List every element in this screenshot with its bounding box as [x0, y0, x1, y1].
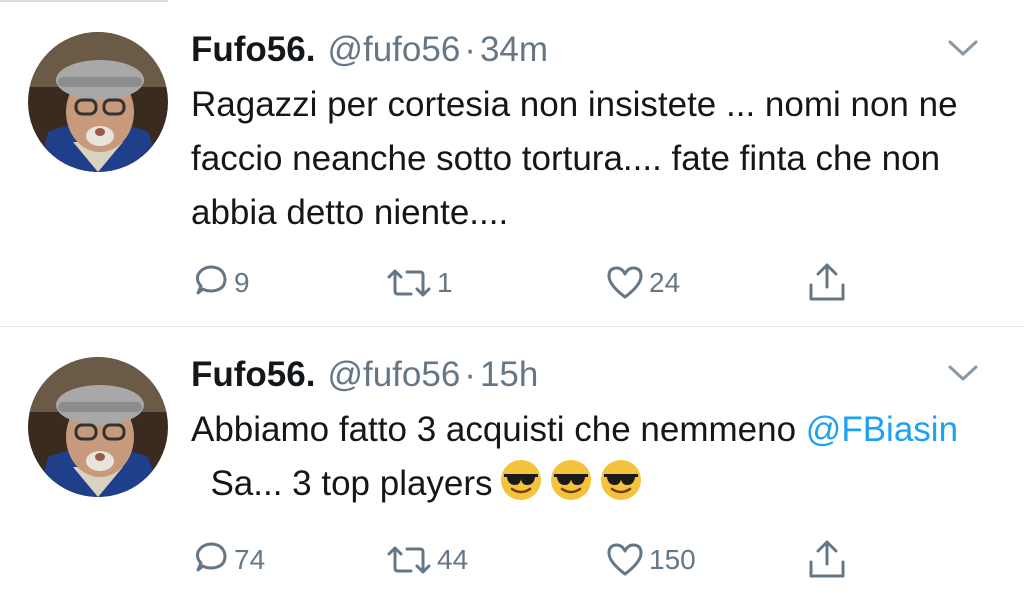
like-icon [605, 263, 645, 303]
share-icon [805, 261, 849, 305]
retweet-count: 1 [437, 267, 453, 298]
retweet-icon [385, 540, 433, 580]
tweet[interactable]: Fufo56. @fufo56 · 34m Ragazzi per cortesia … [0, 0, 1024, 326]
share-button[interactable] [805, 535, 849, 585]
tweet-header: Fufo56. @fufo56 · 34m [191, 28, 548, 72]
sunglasses-emoji [599, 458, 643, 518]
reply-button[interactable]: 9 [190, 258, 250, 308]
separator-dot: · [464, 30, 476, 69]
handle[interactable]: @fufo56 [327, 355, 460, 394]
tweet-text: Abbiamo fatto 3 acquisti che nemmeno @FB… [191, 403, 1001, 518]
reply-count: 74 [234, 544, 266, 575]
handle[interactable]: @fufo56 [327, 30, 460, 69]
chevron-down-icon[interactable] [946, 359, 980, 385]
sunglasses-emoji [549, 458, 593, 518]
reply-icon [190, 263, 230, 303]
reply-icon [190, 540, 230, 580]
tweet-text-part: Abbiamo fatto 3 acquisti che nemmeno [191, 410, 806, 449]
avatar[interactable] [28, 357, 168, 497]
separator-dot: · [464, 355, 476, 394]
reply-button[interactable]: 74 [190, 535, 265, 585]
avatar[interactable] [28, 32, 168, 172]
retweet-button[interactable]: 1 [385, 258, 453, 308]
tweet-actions: 74 44 150 [0, 535, 1024, 585]
retweet-button[interactable]: 44 [385, 535, 468, 585]
reply-count: 9 [234, 267, 250, 298]
share-button[interactable] [805, 258, 849, 308]
mention-link[interactable]: @FBiasin [806, 410, 958, 449]
like-count: 150 [649, 544, 696, 575]
like-icon [605, 540, 645, 580]
like-count: 24 [649, 267, 681, 298]
chevron-down-icon[interactable] [946, 34, 980, 60]
tweet[interactable]: Fufo56. @fufo56 · 15h Abbiamo fatto 3 acqui… [0, 327, 1024, 604]
display-name[interactable]: Fufo56. [191, 30, 315, 69]
tweet-text-part: Sa... 3 top players [191, 464, 493, 503]
timestamp[interactable]: 34m [480, 30, 548, 69]
like-button[interactable]: 24 [605, 258, 680, 308]
share-icon [805, 538, 849, 582]
tweet-actions: 9 1 24 [0, 258, 1024, 308]
retweet-icon [385, 263, 433, 303]
sunglasses-emoji [499, 458, 543, 518]
display-name[interactable]: Fufo56. [191, 355, 315, 394]
tweet-header: Fufo56. @fufo56 · 15h [191, 353, 538, 397]
timestamp[interactable]: 15h [480, 355, 538, 394]
like-button[interactable]: 150 [605, 535, 696, 585]
retweet-count: 44 [437, 544, 469, 575]
tweet-text: Ragazzi per cortesia non insistete ... n… [191, 85, 958, 232]
